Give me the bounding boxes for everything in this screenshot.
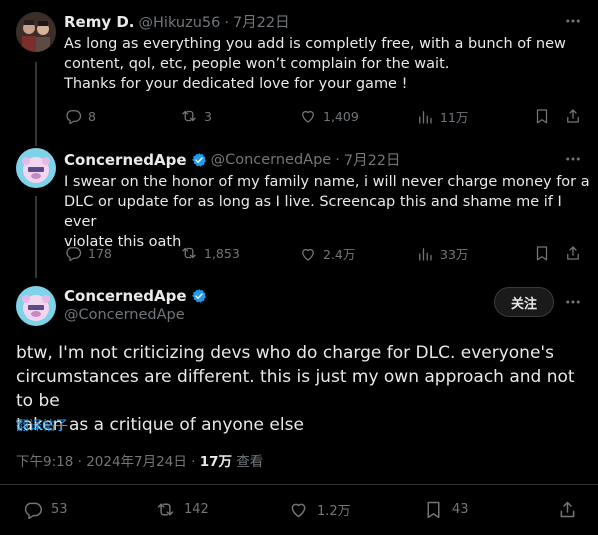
- author-handle[interactable]: @ConcernedApe: [211, 152, 332, 168]
- follow-button[interactable]: 关注: [494, 287, 554, 317]
- views-label: 查看: [231, 454, 264, 470]
- share-icon: [560, 501, 575, 518]
- bookmark-button[interactable]: 43: [423, 499, 469, 520]
- avatar-concernedape[interactable]: [16, 286, 56, 326]
- like-button[interactable]: 1.2万: [288, 499, 351, 520]
- repost-icon: [182, 247, 196, 259]
- reply-icon: [66, 110, 82, 125]
- author-name[interactable]: Remy D.: [64, 13, 135, 31]
- share-button[interactable]: [564, 107, 582, 125]
- like-button[interactable]: 2.4万: [299, 244, 355, 263]
- tweet-date[interactable]: 7月22日: [344, 149, 401, 170]
- divider: [0, 484, 598, 485]
- separator-dot: ·: [335, 151, 340, 168]
- thread-line: [35, 62, 37, 146]
- author-handle[interactable]: @Hikuzu56: [139, 15, 221, 31]
- repost-icon: [182, 110, 196, 122]
- repost-button[interactable]: 3: [180, 107, 212, 125]
- like-count: 2.4万: [323, 247, 356, 262]
- like-count: 1,409: [323, 108, 359, 124]
- like-icon: [291, 503, 306, 518]
- tweet1-text: As long as everything you add is complet…: [64, 34, 584, 94]
- tweet-meta: 下午9:18 · 2024年7月24日 · 17万 查看: [16, 450, 263, 470]
- tweet-line: DLC or update for as long as I live. Scr…: [64, 194, 562, 230]
- tweet2-text: I swear on the honor of my family name, …: [64, 172, 590, 252]
- reply-icon: [24, 502, 42, 519]
- like-button[interactable]: 1,409: [299, 107, 359, 125]
- repost-button[interactable]: 142: [155, 499, 209, 520]
- author-handle[interactable]: @ConcernedApe: [64, 307, 185, 323]
- tweet-line: taken as a critique of anyone else: [16, 415, 304, 435]
- reply-count: 53: [51, 502, 68, 517]
- views-count: 33万: [440, 247, 469, 262]
- avatar-concernedape[interactable]: [16, 148, 56, 188]
- views-icon: [419, 110, 432, 124]
- reply-count: 8: [88, 108, 96, 124]
- bookmark-icon: [536, 246, 548, 261]
- share-icon: [567, 246, 579, 260]
- thread-line: [35, 196, 37, 278]
- repost-count: 1,853: [204, 245, 240, 261]
- repost-count: 142: [184, 502, 209, 517]
- views-button[interactable]: 11万: [416, 107, 468, 126]
- like-icon: [302, 248, 314, 261]
- reply-count: 178: [88, 245, 112, 261]
- bookmark-button[interactable]: [533, 107, 551, 125]
- verified-badge-icon[interactable]: [191, 152, 207, 168]
- tweet-timestamp[interactable]: 下午9:18 · 2024年7月24日 ·: [16, 454, 200, 470]
- tweet-line: I swear on the honor of my family name, …: [64, 174, 590, 190]
- follow-label: 关注: [510, 296, 537, 312]
- avatar-remy[interactable]: [16, 12, 56, 52]
- bookmark-icon: [427, 501, 440, 519]
- translate-link[interactable]: 翻译帖子: [16, 415, 68, 434]
- bookmark-button[interactable]: [533, 244, 551, 262]
- more-icon[interactable]: [564, 293, 582, 315]
- reply-icon: [66, 247, 82, 262]
- tweet-line: circumstances are different. this is jus…: [16, 367, 575, 411]
- main-author: ConcernedApe: [64, 287, 207, 305]
- views-icon: [419, 247, 432, 261]
- repost-button[interactable]: 1,853: [180, 244, 240, 262]
- views-button[interactable]: 33万: [416, 244, 468, 263]
- main-tweet-text: btw, I'm not criticizing devs who do cha…: [16, 341, 586, 437]
- avatar-image: [16, 12, 56, 52]
- repost-icon: [157, 503, 174, 516]
- share-button[interactable]: [557, 499, 578, 520]
- tweet2-header: ConcernedApe @ConcernedApe · 7月22日: [64, 149, 401, 170]
- reply-button[interactable]: 8: [64, 107, 96, 125]
- tweet-line: content, qol, etc, people won’t complain…: [64, 56, 450, 72]
- share-button[interactable]: [564, 244, 582, 262]
- share-icon: [567, 109, 579, 123]
- more-icon[interactable]: [564, 150, 582, 172]
- separator-dot: ·: [224, 15, 229, 31]
- like-icon: [302, 110, 314, 123]
- bookmark-count: 43: [452, 502, 469, 517]
- avatar-image: [16, 286, 56, 326]
- repost-count: 3: [204, 108, 212, 124]
- reply-button[interactable]: 53: [22, 499, 68, 520]
- verified-badge-icon[interactable]: [191, 288, 207, 304]
- tweet-date[interactable]: 7月22日: [233, 11, 290, 32]
- like-count: 1.2万: [317, 504, 351, 519]
- tweet1-header: Remy D. @Hikuzu56 · 7月22日: [64, 11, 290, 32]
- avatar-image: [16, 148, 56, 188]
- author-name[interactable]: ConcernedApe: [64, 287, 187, 305]
- more-icon[interactable]: [564, 12, 582, 34]
- reply-button[interactable]: 178: [64, 244, 112, 262]
- tweet-line: btw, I'm not criticizing devs who do cha…: [16, 343, 554, 363]
- tweet-line: Thanks for your dedicated love for your …: [64, 76, 408, 92]
- views-count: 11万: [440, 110, 469, 125]
- bookmark-icon: [536, 109, 548, 124]
- tweet-line: As long as everything you add is complet…: [64, 36, 566, 52]
- views-total: 17万: [199, 454, 232, 470]
- author-name[interactable]: ConcernedApe: [64, 151, 187, 169]
